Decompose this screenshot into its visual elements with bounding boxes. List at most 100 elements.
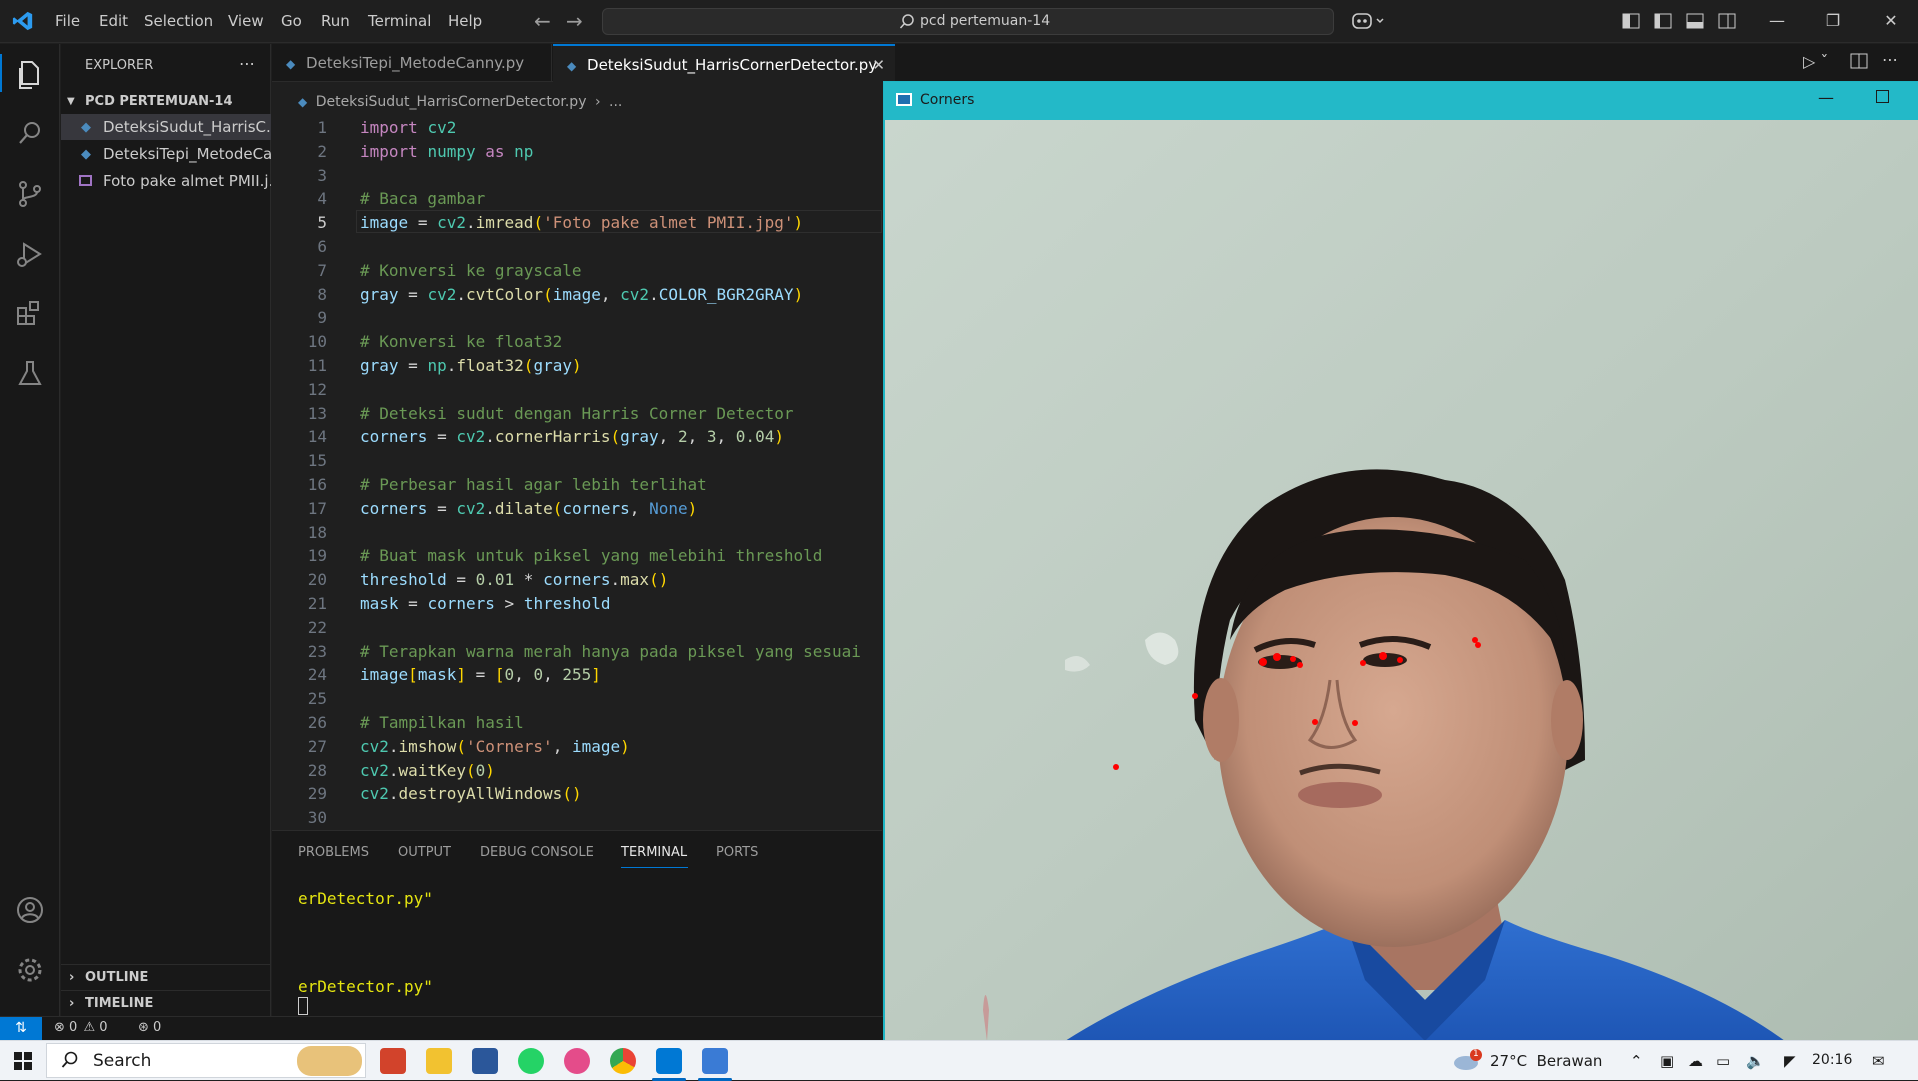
menu-view[interactable]: View — [228, 12, 264, 30]
whatsapp-icon[interactable] — [518, 1048, 544, 1074]
testing-flask-icon[interactable] — [12, 356, 48, 392]
maximize-icon[interactable] — [1876, 90, 1889, 103]
timeline-section[interactable]: › TIMELINE — [61, 990, 271, 1016]
warning-icon: ⚠ — [83, 1020, 96, 1035]
remote-indicator-icon[interactable]: ⇅ — [0, 1017, 42, 1041]
tab-canny[interactable]: ◆ DeteksiTepi_MetodeCanny.py — [272, 44, 552, 82]
settings-gear-icon[interactable] — [12, 952, 48, 988]
outline-label: OUTLINE — [85, 970, 149, 985]
folder-row[interactable]: ▼ PCD PERTEMUAN-14 — [61, 89, 271, 115]
folder-name: PCD PERTEMUAN-14 — [85, 94, 233, 109]
powerpoint-icon[interactable] — [380, 1048, 406, 1074]
corner-point — [1312, 719, 1318, 725]
weather-badge: 1 — [1473, 1049, 1479, 1059]
volume-icon[interactable]: 🔈 — [1746, 1052, 1765, 1070]
menu-file[interactable]: File — [55, 12, 80, 30]
problems-indicator[interactable]: ⊗ 0 ⚠ 0 — [54, 1020, 108, 1035]
close-icon[interactable]: ✕ — [1876, 8, 1906, 34]
vscode-taskbar-icon[interactable] — [656, 1048, 682, 1074]
split-editor-icon[interactable] — [1850, 52, 1868, 74]
toggle-sidebar-icon[interactable] — [1654, 12, 1672, 34]
menu-edit[interactable]: Edit — [99, 12, 128, 30]
customize-layout-icon[interactable] — [1622, 12, 1640, 34]
line-number: 27 — [307, 736, 327, 756]
minimize-icon[interactable]: — — [1818, 88, 1834, 107]
tab-terminal[interactable]: TERMINAL — [621, 845, 687, 860]
windows-start-icon[interactable] — [14, 1052, 32, 1074]
tab-problems[interactable]: PROBLEMS — [298, 845, 369, 860]
terminal-cursor[interactable] — [298, 997, 308, 1015]
file-row[interactable]: ◆ DeteksiTepi_MetodeCa... — [61, 141, 271, 167]
tab-ports[interactable]: PORTS — [716, 845, 758, 860]
taskbar-search-box[interactable]: Search — [46, 1043, 366, 1078]
tab-debug-console[interactable]: DEBUG CONSOLE — [480, 845, 594, 860]
tab-output[interactable]: OUTPUT — [398, 845, 451, 860]
notifications-icon[interactable]: ✉ — [1872, 1052, 1885, 1070]
file-row[interactable]: Foto pake almet PMII.j... — [61, 168, 271, 194]
python-file-icon: ◆ — [81, 120, 91, 135]
chrome-icon[interactable] — [610, 1048, 636, 1074]
python-window-icon[interactable] — [702, 1048, 728, 1074]
toggle-secondary-sidebar-icon[interactable] — [1718, 12, 1736, 34]
breadcrumb: ◆ DeteksiSudut_HarrisCornerDetector.py ›… — [272, 88, 622, 116]
file-name: Foto pake almet PMII.j... — [103, 172, 271, 190]
explorer-icon[interactable] — [12, 56, 48, 92]
more-actions-icon[interactable]: ⋯ — [239, 54, 255, 73]
python-file-icon: ◆ — [286, 57, 296, 71]
active-indicator — [0, 54, 2, 92]
editor-tabs: ◆ DeteksiTepi_MetodeCanny.py ◆ DeteksiSu… — [272, 44, 1918, 82]
toggle-panel-icon[interactable] — [1686, 12, 1704, 34]
onedrive-cloud-icon[interactable]: ☁ — [1688, 1052, 1703, 1070]
run-debug-icon[interactable] — [12, 236, 48, 272]
line-number: 22 — [307, 617, 327, 637]
weather-text[interactable]: 27°C Berawan — [1490, 1052, 1602, 1070]
back-arrow-icon[interactable]: ← — [534, 9, 551, 33]
menu-selection[interactable]: Selection — [144, 12, 213, 30]
copilot-icon[interactable] — [1351, 10, 1387, 36]
search-text: pcd pertemuan-14 — [920, 13, 1051, 29]
outline-section[interactable]: › OUTLINE — [61, 964, 271, 990]
search-highlight-illustration — [297, 1046, 362, 1076]
corners-result-image — [885, 120, 1918, 1041]
window-title: Corners — [920, 92, 975, 108]
meet-icon[interactable]: ▣ — [1660, 1052, 1674, 1070]
more-actions-icon[interactable]: ⋯ — [1882, 50, 1898, 69]
word-icon[interactable] — [472, 1048, 498, 1074]
source-control-icon[interactable] — [12, 176, 48, 212]
code-editor[interactable]: 1 import cv2 2 import numpy as np 3 4 # Bac… — [272, 116, 882, 828]
battery-icon[interactable]: ▭ — [1716, 1052, 1730, 1070]
ports-indicator[interactable]: ⊛ 0 — [138, 1020, 161, 1035]
line-number: 24 — [307, 665, 327, 685]
opencv-title-bar[interactable]: Corners — — [884, 82, 1918, 120]
file-row[interactable]: ◆ DeteksiSudut_HarrisC... — [61, 114, 271, 140]
wifi-icon[interactable]: ◤ — [1784, 1052, 1796, 1070]
restore-icon[interactable]: ❐ — [1818, 8, 1848, 34]
breadcrumb-rest[interactable]: ... — [609, 94, 622, 110]
corner-point — [1259, 658, 1267, 666]
line-number: 30 — [307, 808, 327, 828]
menu-go[interactable]: Go — [281, 12, 302, 30]
file-explorer-icon[interactable] — [426, 1048, 452, 1074]
forward-arrow-icon[interactable]: → — [566, 9, 583, 33]
line-number: 6 — [317, 237, 327, 256]
tab-harris[interactable]: ◆ DeteksiSudut_HarrisCornerDetector.py ✕ — [553, 44, 895, 82]
chevron-right-icon: › — [594, 94, 601, 110]
clock[interactable]: 20:16 — [1812, 1052, 1852, 1068]
extensions-icon[interactable] — [12, 296, 48, 332]
menu-help[interactable]: Help — [448, 12, 482, 30]
browser-icon[interactable] — [564, 1048, 590, 1074]
chevron-up-icon[interactable]: ⌃ — [1630, 1052, 1643, 1070]
weather-cloud-icon[interactable]: 1 — [1452, 1049, 1482, 1075]
account-icon[interactable] — [12, 892, 48, 928]
search-icon[interactable] — [12, 116, 48, 152]
minimize-icon[interactable]: — — [1762, 8, 1792, 34]
line-number: 8 — [317, 284, 327, 304]
line-number: 13 — [307, 403, 327, 423]
command-center-search[interactable]: pcd pertemuan-14 — [602, 8, 1334, 35]
menu-run[interactable]: Run — [321, 12, 350, 30]
menu-terminal[interactable]: Terminal — [368, 12, 431, 30]
breadcrumb-file[interactable]: DeteksiSudut_HarrisCornerDetector.py — [316, 94, 587, 110]
close-tab-icon[interactable]: ✕ — [872, 46, 885, 84]
run-python-icon[interactable]: ▷ ˇ — [1803, 52, 1828, 71]
image-file-icon — [79, 175, 92, 186]
